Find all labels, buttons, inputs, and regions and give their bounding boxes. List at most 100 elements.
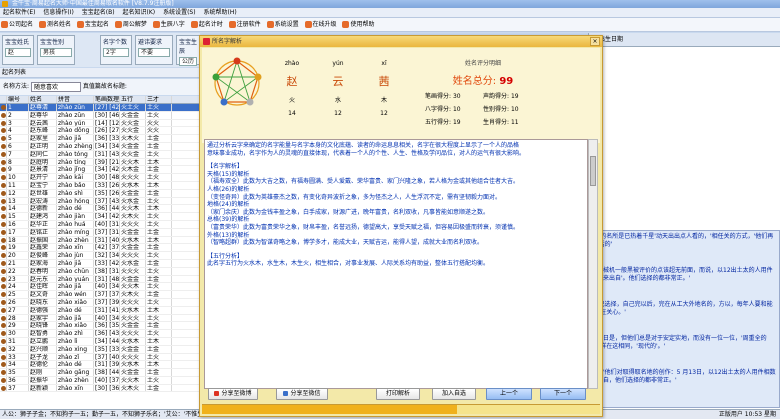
share-wechat-button[interactable]: 分享至微信 [276, 388, 328, 400]
prev-button[interactable]: 上一个 [486, 388, 532, 400]
col-number[interactable]: 编号 [7, 96, 29, 103]
cell-pinyin: zhào zūn [57, 111, 94, 119]
menu-item-settings[interactable]: 系统设置(S) [160, 8, 199, 18]
menu-item-help[interactable]: 系统帮助(H) [200, 8, 239, 18]
scrollbar-thumb[interactable] [590, 156, 596, 186]
table-row[interactable]: 14 赵德新 zhào dé [36] [44] 火火木 土木 [0, 205, 200, 214]
table-row[interactable]: 33 赵子龙 zhào zǐ [37] [40] 火火火 土火 [0, 353, 200, 362]
cell-strokes: [39] [21] [95, 158, 120, 166]
table-row[interactable]: 31 赵立鹏 zhào lì [34] [44] 火水木 土木 [0, 337, 200, 346]
table-row[interactable]: 5 赵家里 zhào jiā [36] [33] 火木火 土金 [0, 135, 200, 143]
table-row[interactable]: 19 赵鑫荣 zhào xīn [42] [37] 火金金 土金 [0, 244, 200, 253]
next-button[interactable]: 下一个 [540, 388, 586, 400]
table-row[interactable]: 10 赵开宁 zhào kāi [30] [48] 火火火 土火 [0, 174, 200, 182]
table-row[interactable]: 36 赵振华 zhào zhèn [40] [37] 火火木 土火 [0, 376, 200, 385]
menu-item-info[interactable]: 信息操作(I) [40, 8, 76, 18]
table-row[interactable]: 2 赵尊华 zhào zūn [30] [46] 火金金 土火 [0, 111, 200, 120]
length-select[interactable]: 2字 [103, 48, 129, 57]
cell-pinyin: zhào jiā [57, 314, 94, 322]
col-name[interactable]: 姓名 [29, 96, 57, 103]
table-row[interactable]: 7 赵同仁 zhào tóng [31] [43] 火火金 土火 [0, 150, 200, 159]
table-row[interactable]: 17 赵铭正 zhào míng [37] [31] 火金金 土金 [0, 228, 200, 237]
col-strokes[interactable]: 笔画数理 [94, 96, 120, 103]
toolbar-timer-button[interactable]: 起名计时 [190, 18, 225, 32]
birth-select[interactable]: 公历 [179, 57, 197, 66]
cell-name: 赵元东 [29, 275, 57, 283]
analysis-scrollbar[interactable] [588, 139, 598, 389]
toolbar-update-button[interactable]: 在线升级 [304, 18, 339, 32]
share-weibo-button[interactable]: 分享至微博 [208, 388, 258, 400]
toolbar-baby-button[interactable]: 宝宝起名 [76, 18, 111, 32]
cell-sancai: 土金 [146, 189, 172, 197]
gear-icon [266, 21, 274, 28]
window-title: 金牛宝·周易起名大师·中国最佳周易取名软件 [V8.7.9注册版] [12, 0, 174, 7]
surname-input[interactable]: 赵 [5, 48, 31, 57]
table-row[interactable]: 15 赵建鸿 zhào jiàn [34] [42] 火木火 土火 [0, 213, 200, 221]
table-row[interactable]: 9 赵景清 zhào jǐng [34] [42] 火木金 土金 [0, 166, 200, 175]
table-row[interactable]: 24 赵佳晖 zhào jiā [40] [34] 火火木 土火 [0, 283, 200, 292]
table-row[interactable]: 27 赵德强 zhào dé [31] [41] 火水木 土木 [0, 306, 200, 315]
table-row[interactable]: 29 赵晓锋 zhào xiǎo [36] [35] 火金金 土金 [0, 322, 200, 331]
cell-number: 3 [7, 119, 29, 127]
table-row[interactable]: 25 赵文奇 zhào wén [37] [37] 火木火 土金 [0, 291, 200, 299]
cell-name: 赵新颖 [29, 384, 57, 392]
table-row[interactable]: 28 赵家宇 zhào jiā [40] [34] 火火火 土火 [0, 314, 200, 323]
table-header: 编号 姓名 拼音 笔画数理 五行 三才 [0, 96, 200, 104]
table-row[interactable]: 16 赵华正 zhào huá [40] [31] 火火火 土火 [0, 220, 200, 229]
person-icon [0, 337, 7, 345]
menu-item-software[interactable]: 起名软件(E) [0, 8, 38, 18]
toolbar-test-button[interactable]: 测名姓名 [38, 18, 73, 32]
cell-number: 34 [7, 361, 29, 369]
cell-pinyin: zhào jùn [57, 252, 94, 259]
menu-item-baby[interactable]: 宝宝起名(B) [79, 8, 118, 18]
table-row[interactable]: 30 赵智勇 zhào zhì [36] [43] 火火火 土火 [0, 330, 200, 338]
cell-sancai: 土金 [146, 228, 172, 236]
cell-pinyin: zhào kāi [57, 174, 94, 181]
table-row[interactable]: 37 赵新颖 zhào xīn [30] [36] 火木火 土金 [0, 384, 200, 393]
cell-sancai: 土金 [146, 291, 172, 298]
col-pinyin[interactable]: 拼音 [57, 96, 94, 103]
print-button[interactable]: 打印解析 [376, 388, 420, 400]
table-row[interactable]: 8 赵庭明 zhào tíng [39] [21] 火火木 土木 [0, 158, 200, 167]
col-sancai[interactable]: 三才 [146, 96, 172, 103]
cell-strokes: [31] [41] [95, 306, 120, 314]
cell-name: 赵家宇 [29, 314, 57, 322]
col-wuxing[interactable]: 五行 [120, 96, 146, 103]
close-button[interactable]: × [590, 37, 600, 46]
table-row[interactable]: 21 赵家海 zhào jiā [33] [42] 火水金 土金 [0, 259, 200, 268]
table-row[interactable]: 32 赵兴顺 zhào xìng [35] [33] 火金金 土金 [0, 345, 200, 354]
cell-sancai: 土火 [146, 220, 172, 228]
person-icon [0, 158, 7, 166]
toolbar-help-button[interactable]: 使用帮助 [341, 18, 376, 32]
dream-icon [114, 21, 122, 28]
add-favorite-button[interactable]: 加入自选 [432, 388, 476, 400]
gender-select[interactable]: 男孩 [40, 48, 72, 57]
toolbar-settings-button[interactable]: 系统设置 [266, 18, 301, 32]
analysis-textarea[interactable]: 通过分析云字来确定的名字能量与名字本身的文化底蕴、读者的命运息息相关，名字在很大… [204, 139, 588, 389]
toolbar-register-button[interactable]: 注册软件 [228, 18, 263, 32]
table-row[interactable]: 4 赵东峰 zhào dōng [26] [27] 火火金 火火 [0, 127, 200, 136]
toolbar-company-button[interactable]: 公司起名 [0, 18, 35, 32]
table-row[interactable]: 20 赵俊峰 zhào jùn [32] [34] 火火火 土火 [0, 252, 200, 260]
table-row[interactable]: 3 赵云茜 zhào yún [14] [12] 火火金 火火 [0, 119, 200, 128]
table-row[interactable]: 26 赵晓东 zhào xiǎo [37] [39] 火火火 土火 [0, 298, 200, 307]
taboo-select[interactable]: 不要 [138, 48, 170, 57]
table-row[interactable]: 13 赵宏涛 zhào hóng [37] [43] 火水金 土火 [0, 197, 200, 206]
menu-item-knowledge[interactable]: 起名知识(K) [120, 8, 159, 18]
analysis-line: 此名字五行为火水木，水生木，木生火，相生相合，对事业发展、人际关系均有助益，整体… [207, 260, 490, 268]
table-row[interactable]: 34 赵德伦 zhào dé [31] [39] 火水木 土木 [0, 361, 200, 370]
table-row[interactable]: 22 赵春明 zhào chūn [38] [31] 火火火 土火 [0, 267, 200, 276]
toolbar-dream-button[interactable]: 周公解梦 [114, 18, 149, 32]
table-row[interactable]: 6 赵正明 zhào zhèng [34] [34] 火金金 土金 [0, 142, 200, 151]
table-row[interactable]: 35 赵刚 zhào gāng [38] [44] 火金金 土金 [0, 369, 200, 377]
toolbar-bazi-button[interactable]: 生辰八字 [152, 18, 187, 32]
table-row[interactable]: 23 赵元东 zhào yuán [31] [48] 火金金 土金 [0, 275, 200, 284]
table-row[interactable]: 11 赵宝宁 zhào bǎo [33] [26] 火水木 土木 [0, 181, 200, 190]
name-method-select[interactable]: 随意喜欢 [30, 81, 81, 92]
table-row[interactable]: 18 赵振国 zhào zhèn [31] [40] 火水木 土木 [0, 236, 200, 245]
person-icon [0, 181, 7, 189]
cell-pinyin: zhào wén [57, 291, 94, 298]
table-row[interactable]: 12 赵世雄 zhào shì [35] [26] 火金金 土金 [0, 189, 200, 198]
table-row[interactable]: 1 赵尊清 zhào zūn [27] [42] 火土火 土火 [0, 104, 200, 112]
cell-sancai: 土木 [146, 205, 172, 213]
